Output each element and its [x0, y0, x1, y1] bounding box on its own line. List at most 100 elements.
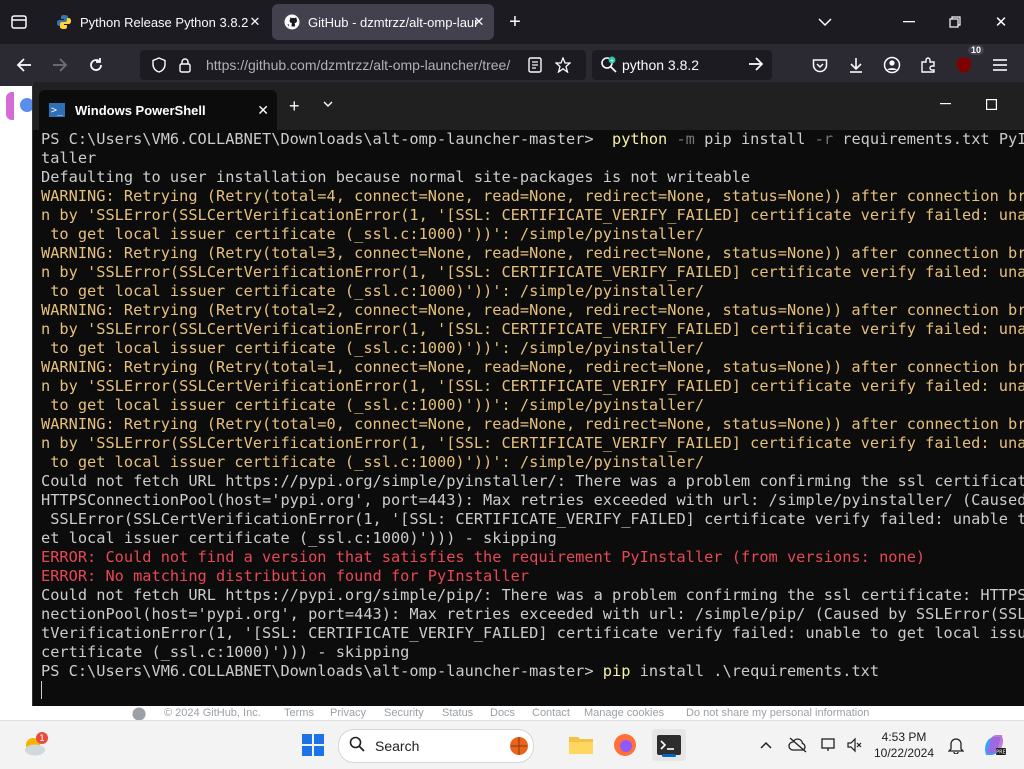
prompt-text: PS C:\Users\VM6.COLLABNET\Downloads\alt-… [41, 130, 603, 148]
notification-bell-icon[interactable] [944, 733, 968, 757]
close-window-icon[interactable]: ✕ [986, 8, 1016, 36]
clock-date: 10/22/2024 [873, 746, 935, 760]
close-tab-icon[interactable]: ✕ [257, 102, 269, 119]
terminal-minimize-icon[interactable] [931, 92, 959, 116]
browser-tab-github[interactable]: GitHub - dzmtrzz/alt-omp-launc ✕ [272, 4, 494, 40]
url-text[interactable]: https://github.com/dzmtrzz/alt-omp-launc… [206, 57, 516, 73]
powershell-titlebar: >_ Windows PowerShell ✕ + [33, 82, 1024, 130]
active-indicator [662, 754, 676, 757]
account-icon[interactable] [878, 52, 906, 78]
warning-text: WARNING: Retrying (Retry(total=4, connec… [41, 187, 1024, 205]
chevron-down-icon[interactable] [810, 8, 840, 36]
console-line: tVerificationError(1, '[SSL: CERTIFICATE… [41, 624, 1024, 643]
tab-title: Python Release Python 3.8.2 | P [80, 14, 250, 30]
start-icon[interactable] [296, 729, 330, 761]
go-arrow-icon[interactable] [748, 56, 764, 77]
warning-text: n by 'SSLError(SSLCertVerificationError(… [41, 434, 1024, 452]
svg-text:PRE: PRE [996, 750, 1006, 756]
warning-text: to get local issuer certificate (_ssl.c:… [41, 339, 705, 357]
footer-link-privacy[interactable]: Privacy [330, 707, 366, 719]
error-text: ERROR: No matching distribution found fo… [41, 567, 530, 585]
search-engine-icon: + [600, 56, 618, 79]
text-cursor [41, 681, 42, 699]
extensions-icon[interactable] [914, 52, 942, 78]
console-line: Could not fetch URL https://pypi.org/sim… [41, 472, 1024, 491]
footer-link-terms[interactable]: Terms [284, 707, 314, 719]
warning-text: WARNING: Retrying (Retry(total=0, connec… [41, 415, 1024, 433]
terminal-maximize-icon[interactable] [977, 92, 1005, 116]
system-clock[interactable]: 4:53 PM 10/22/2024 [872, 729, 936, 761]
pocket-icon[interactable] [806, 52, 834, 78]
minimize-icon[interactable] [894, 8, 924, 36]
close-icon[interactable]: ✕ [246, 13, 264, 31]
ublock-icon[interactable]: 10 [950, 45, 984, 78]
file-explorer-icon[interactable] [564, 729, 598, 761]
command-parameter: -r [805, 130, 834, 148]
warning-text: n by 'SSLError(SSLCertVerificationError(… [41, 377, 1024, 395]
download-icon[interactable] [842, 52, 870, 78]
console-line: SSLError(SSLCertVerificationError(1, '[S… [41, 510, 1024, 529]
notification-count: 1 [39, 734, 45, 744]
close-icon[interactable]: ✕ [470, 13, 488, 31]
console-line: n by 'SSLError(SSLCertVerificationError(… [41, 206, 1024, 225]
footer-link-contact[interactable]: Contact [532, 707, 570, 719]
warning-text: to get local issuer certificate (_ssl.c:… [41, 282, 705, 300]
footer-link-security[interactable]: Security [384, 707, 424, 719]
menu-icon[interactable] [986, 52, 1014, 78]
volume-muted-icon[interactable] [842, 733, 866, 757]
extension-badge: 10 [967, 45, 984, 55]
github-icon [284, 14, 300, 30]
restore-icon[interactable] [940, 8, 970, 36]
forward-icon[interactable] [46, 52, 74, 78]
search-text[interactable]: python 3.8.2 [622, 57, 699, 73]
lock-icon[interactable] [176, 56, 194, 74]
reader-view-icon[interactable] [526, 56, 544, 74]
command-arguments: requirements.txt PyIns [833, 130, 1024, 148]
footer-link-status[interactable]: Status [442, 707, 473, 719]
footer-link-do-not-share[interactable]: Do not share my personal information [686, 707, 869, 719]
network-icon[interactable] [818, 733, 842, 757]
back-icon[interactable] [10, 52, 38, 78]
cloud-offline-icon[interactable] [786, 733, 810, 757]
footer-copyright: © 2024 GitHub, Inc. [164, 707, 261, 719]
reload-icon[interactable] [82, 52, 110, 78]
search-bar[interactable]: + python 3.8.2 [592, 50, 772, 80]
weather-widget-icon[interactable]: 1 [16, 729, 52, 761]
python-icon [56, 14, 72, 30]
command-parameter: -m [667, 130, 695, 148]
console-line: n by 'SSLError(SSLCertVerificationError(… [41, 320, 1024, 339]
copilot-icon[interactable]: PRE [980, 733, 1008, 757]
output-text: Could not fetch URL https://pypi.org/sim… [41, 586, 1024, 604]
new-terminal-tab-icon[interactable]: + [289, 96, 300, 117]
show-hidden-icons-icon[interactable] [754, 733, 778, 757]
taskbar-search-box[interactable]: Search [338, 729, 534, 763]
output-text: SSLError(SSLCertVerificationError(1, '[S… [41, 510, 1024, 528]
browser-tab-python[interactable]: Python Release Python 3.8.2 | P ✕ [44, 4, 270, 40]
page-edge [0, 86, 34, 126]
firefox-icon[interactable] [608, 729, 642, 761]
console-output[interactable]: PS C:\Users\VM6.COLLABNET\Downloads\alt-… [41, 130, 1024, 706]
powershell-window: >_ Windows PowerShell ✕ + PS C:\Users\VM… [32, 82, 1024, 706]
powershell-tab[interactable]: >_ Windows PowerShell ✕ [39, 90, 277, 130]
console-line: Defaulting to user installation because … [41, 168, 1024, 187]
new-tab-icon[interactable]: + [502, 10, 528, 34]
tab-list-icon[interactable] [6, 10, 32, 34]
command-arguments: install .\requirements.txt [630, 662, 880, 680]
footer-link-manage-cookies[interactable]: Manage cookies [584, 707, 664, 719]
shield-icon[interactable] [150, 56, 168, 74]
address-bar[interactable]: https://github.com/dzmtrzz/alt-omp-launc… [140, 50, 586, 80]
console-line: n by 'SSLError(SSLCertVerificationError(… [41, 434, 1024, 453]
browser-tab-bar: Python Release Python 3.8.2 | P ✕ GitHub… [0, 0, 1024, 44]
terminal-dropdown-icon[interactable] [323, 96, 333, 110]
output-text: et local issuer certificate (_ssl.c:1000… [41, 529, 557, 547]
footer-link-docs[interactable]: Docs [490, 707, 515, 719]
search-placeholder: Search [375, 738, 420, 754]
terminal-taskbar-icon[interactable] [652, 729, 686, 761]
console-line: ERROR: Could not find a version that sat… [41, 548, 1024, 567]
warning-text: WARNING: Retrying (Retry(total=1, connec… [41, 358, 1024, 376]
prompt-text: PS C:\Users\VM6.COLLABNET\Downloads\alt-… [41, 662, 603, 680]
console-line: n by 'SSLError(SSLCertVerificationError(… [41, 263, 1024, 282]
console-line: taller [41, 149, 1024, 168]
bookmark-star-icon[interactable] [554, 56, 572, 74]
warning-text: to get local issuer certificate (_ssl.c:… [41, 225, 705, 243]
